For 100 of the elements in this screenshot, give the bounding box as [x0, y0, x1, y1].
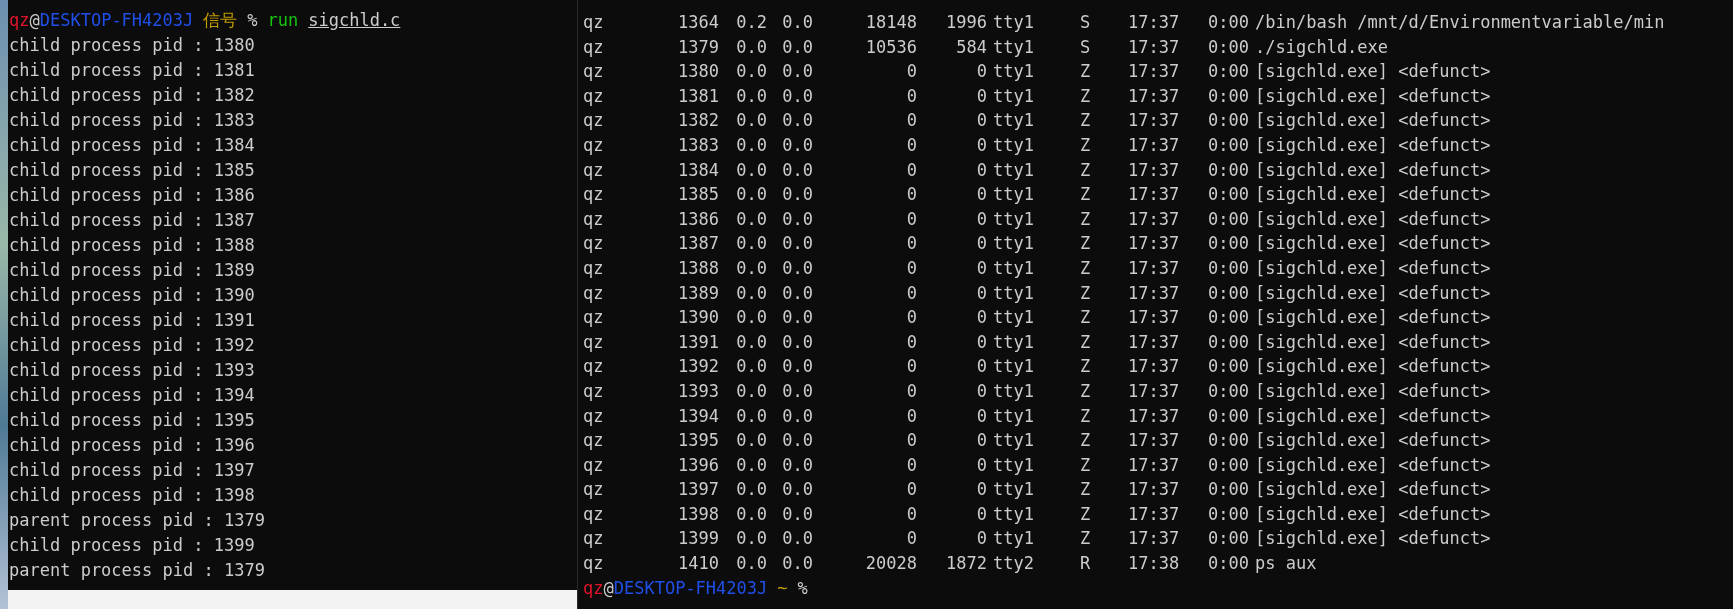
- process-cell-text: 0.0: [782, 306, 813, 330]
- process-cell-text: tty1: [993, 453, 1035, 477]
- process-cell-text: [sigchld.exe] <defunct>: [1255, 60, 1492, 84]
- process-cell-text: 0:00: [1208, 478, 1250, 502]
- process-cell-text: 0:00: [1208, 404, 1250, 428]
- process-cell-text: 1379: [678, 35, 719, 59]
- process-cell-text: 0: [906, 109, 917, 133]
- process-cell-text: qz: [583, 207, 605, 231]
- process-cell-text: [sigchld.exe] <defunct>: [1255, 453, 1492, 477]
- output-line: child process pid : 1395: [9, 409, 255, 432]
- process-cell-text: 1387: [678, 232, 719, 256]
- output-line: child process pid : 1380: [9, 34, 255, 57]
- process-cell-text: 0.0: [736, 84, 767, 108]
- process-cell-text: 0:00: [1208, 355, 1250, 379]
- process-cell-text: 0:00: [1208, 527, 1250, 551]
- process-cell-text: 1388: [678, 256, 719, 280]
- process-cell-text: 0.0: [782, 330, 813, 354]
- process-cell-text: 0: [976, 478, 987, 502]
- process-cell-text: Z: [1080, 478, 1092, 502]
- process-cell-text: qz: [583, 232, 605, 256]
- process-cell-text: 0: [906, 256, 917, 280]
- process-cell-text: 0: [906, 183, 917, 207]
- process-cell-text: 0: [976, 379, 987, 403]
- command-text: run: [267, 9, 299, 32]
- process-cell-text: 0: [976, 453, 987, 477]
- process-cell-text: Z: [1080, 207, 1092, 231]
- process-cell-text: 1395: [678, 429, 719, 453]
- process-cell-text: 1389: [678, 281, 719, 305]
- process-cell-text: 0:00: [1208, 552, 1250, 576]
- process-cell-text: [sigchld.exe] <defunct>: [1255, 502, 1492, 526]
- process-cell-text: tty1: [993, 404, 1035, 428]
- process-cell-text: 1391: [678, 330, 719, 354]
- process-cell-text: 0.0: [736, 232, 767, 256]
- process-cell-text: qz: [583, 84, 605, 108]
- process-cell-text: 1364: [678, 11, 719, 34]
- process-cell-text: 0: [906, 60, 917, 84]
- process-cell-text: 0: [906, 232, 917, 256]
- process-cell-text: 0.0: [782, 84, 813, 108]
- process-cell-text: 0:00: [1208, 109, 1250, 133]
- output-line: child process pid : 1387: [9, 209, 255, 232]
- process-cell-text: 1394: [678, 404, 719, 428]
- process-cell-text: 1392: [678, 355, 719, 379]
- process-cell-text: R: [1080, 552, 1092, 576]
- process-cell-text: tty2: [993, 552, 1035, 576]
- process-cell-text: Z: [1080, 355, 1092, 379]
- process-cell-text: 1380: [678, 60, 719, 84]
- prompt-symbol: %: [797, 576, 808, 600]
- process-cell-text: [sigchld.exe] <defunct>: [1255, 281, 1492, 305]
- process-cell-text: 17:37: [1128, 183, 1181, 207]
- process-cell-text: 1872: [946, 552, 987, 576]
- process-cell-text: qz: [583, 478, 605, 502]
- process-cell-text: qz: [583, 502, 605, 526]
- output-line: child process pid : 1388: [9, 234, 255, 257]
- process-cell-text: qz: [583, 330, 605, 354]
- process-cell-text: qz: [583, 183, 605, 207]
- process-cell-text: 0:00: [1208, 306, 1250, 330]
- process-cell-text: [sigchld.exe] <defunct>: [1255, 404, 1492, 428]
- prompt-host: DESKTOP-FH4203J: [39, 9, 194, 32]
- process-cell-text: Z: [1080, 527, 1092, 551]
- process-cell-text: 17:37: [1128, 133, 1181, 157]
- process-cell-text: ps aux: [1255, 552, 1318, 576]
- process-cell-text: 0: [976, 133, 987, 157]
- process-cell-text: qz: [583, 355, 605, 379]
- process-cell-text: 0: [906, 84, 917, 108]
- process-cell-text: 0.0: [736, 404, 767, 428]
- output-line: parent process pid : 1379: [9, 559, 265, 582]
- output-line: child process pid : 1391: [9, 309, 255, 332]
- process-cell-text: qz: [583, 552, 605, 576]
- process-cell-text: Z: [1080, 429, 1092, 453]
- process-cell-text: 17:37: [1128, 330, 1181, 354]
- output-line: child process pid : 1384: [9, 134, 255, 157]
- process-cell-text: 0.0: [782, 379, 813, 403]
- process-cell-text: qz: [583, 306, 605, 330]
- process-cell-text: Z: [1080, 404, 1092, 428]
- process-cell-text: 0.0: [736, 109, 767, 133]
- process-cell-text: 17:37: [1128, 306, 1181, 330]
- process-cell-text: 0: [976, 183, 987, 207]
- process-cell-text: 17:37: [1128, 109, 1181, 133]
- process-cell-text: qz: [583, 453, 605, 477]
- prompt-symbol: %: [247, 9, 258, 32]
- process-cell-text: 17:37: [1128, 404, 1181, 428]
- process-cell-text: 0.0: [736, 527, 767, 551]
- process-cell-text: [sigchld.exe] <defunct>: [1255, 330, 1492, 354]
- process-cell-text: 17:38: [1128, 552, 1181, 576]
- process-cell-text: 0: [906, 133, 917, 157]
- process-cell-text: [sigchld.exe] <defunct>: [1255, 133, 1492, 157]
- process-cell-text: 17:37: [1128, 35, 1181, 59]
- process-cell-text: 0.0: [736, 281, 767, 305]
- process-cell-text: 0.0: [782, 207, 813, 231]
- process-cell-text: tty1: [993, 60, 1035, 84]
- process-cell-text: 0: [976, 84, 987, 108]
- process-cell-text: [sigchld.exe] <defunct>: [1255, 379, 1492, 403]
- process-cell-text: [sigchld.exe] <defunct>: [1255, 158, 1492, 182]
- process-cell-text: [sigchld.exe] <defunct>: [1255, 84, 1492, 108]
- process-cell-text: [sigchld.exe] <defunct>: [1255, 527, 1492, 551]
- process-cell-text: 0:00: [1208, 207, 1250, 231]
- process-cell-text: 0: [906, 306, 917, 330]
- process-cell-text: 1397: [678, 478, 719, 502]
- process-cell-text: 0.0: [782, 355, 813, 379]
- process-cell-text: 0.0: [736, 207, 767, 231]
